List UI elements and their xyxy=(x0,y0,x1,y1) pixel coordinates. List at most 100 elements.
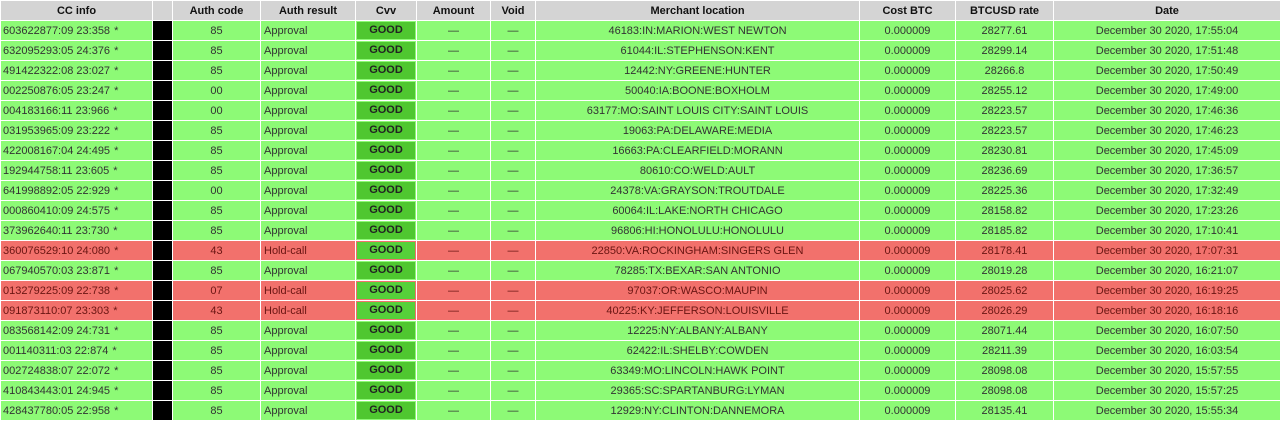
date: December 30 2020, 17:45:09 xyxy=(1053,140,1280,161)
cost-btc: 0.000009 xyxy=(859,260,956,281)
table-row[interactable]: 603622877:09 23:358 * 85 Approval GOOD — —4618… xyxy=(0,20,1280,41)
merchant-location: 61044:IL:STEPHENSON:KENT xyxy=(535,40,860,61)
amount: — xyxy=(416,400,491,421)
star-icon: * xyxy=(114,324,119,337)
table-row[interactable]: 373962640:11 23:730 * 85 Approval GOOD — —9680… xyxy=(0,220,1280,241)
auth-result: Approval xyxy=(260,100,356,121)
table-row[interactable]: 410843443:01 24:945 * 85 Approval GOOD — —2936… xyxy=(0,380,1280,401)
void: — xyxy=(490,40,536,61)
cvv-badge: GOOD xyxy=(357,362,415,379)
cvv-badge: GOOD xyxy=(357,22,415,39)
star-icon: * xyxy=(114,404,119,417)
table-row[interactable]: 422008167:04 24:495 * 85 Approval GOOD — —1666… xyxy=(0,140,1280,161)
star-icon: * xyxy=(114,124,119,137)
auth-result: Approval xyxy=(260,80,356,101)
table-row[interactable]: 083568142:09 24:731 * 85 Approval GOOD — —1222… xyxy=(0,320,1280,341)
date: December 30 2020, 16:19:25 xyxy=(1053,280,1280,301)
auth-code: 85 xyxy=(172,140,261,161)
header-cvv[interactable]: Cvv xyxy=(355,0,417,21)
amount: — xyxy=(416,80,491,101)
table-row[interactable]: 001140311:03 22:874 * 85 Approval GOOD — —6242… xyxy=(0,340,1280,361)
date: December 30 2020, 17:49:00 xyxy=(1053,80,1280,101)
date: December 30 2020, 17:46:36 xyxy=(1053,100,1280,121)
cvv-cell: GOOD xyxy=(355,400,417,421)
table-row[interactable]: 067940570:03 23:871 * 85 Approval GOOD — —7828… xyxy=(0,260,1280,281)
cvv-badge: GOOD xyxy=(357,162,415,179)
auth-code: 85 xyxy=(172,200,261,221)
table-row[interactable]: 192944758:11 23:605 * 85 Approval GOOD — —8061… xyxy=(0,160,1280,181)
merchant-location: 62422:IL:SHELBY:COWDEN xyxy=(535,340,860,361)
table-row[interactable]: 002724838:07 22:072 * 85 Approval GOOD — —6334… xyxy=(0,360,1280,381)
void: — xyxy=(490,140,536,161)
cvv-cell: GOOD xyxy=(355,160,417,181)
merchant-location: 12442:NY:GREENE:HUNTER xyxy=(535,60,860,81)
masked-block xyxy=(152,300,173,321)
header-auth-code[interactable]: Auth code xyxy=(172,0,261,21)
cc-info-cell: 410843443:01 24:945 * xyxy=(0,380,153,401)
star-icon: * xyxy=(112,344,117,357)
btcusd-rate: 28098.08 xyxy=(955,380,1054,401)
cvv-cell: GOOD xyxy=(355,120,417,141)
merchant-location: 12225:NY:ALBANY:ALBANY xyxy=(535,320,860,341)
star-icon: * xyxy=(114,284,119,297)
date: December 30 2020, 16:21:07 xyxy=(1053,260,1280,281)
btcusd-rate: 28178.41 xyxy=(955,240,1054,261)
table-row[interactable]: 013279225:09 22:738 * 07 Hold-call GOOD — —970… xyxy=(0,280,1280,301)
cvv-cell: GOOD xyxy=(355,340,417,361)
header-merchant-location[interactable]: Merchant location xyxy=(535,0,860,21)
header-cost-btc[interactable]: Cost BTC xyxy=(859,0,956,21)
table-row[interactable]: 031953965:09 23:222 * 85 Approval GOOD — —1906… xyxy=(0,120,1280,141)
header-void[interactable]: Void xyxy=(490,0,536,21)
table-row[interactable]: 004183166:11 23:966 * 00 Approval GOOD — —6317… xyxy=(0,100,1280,121)
table-row[interactable]: 641998892:05 22:929 * 00 Approval GOOD — —2437… xyxy=(0,180,1280,201)
cvv-badge: GOOD xyxy=(357,342,415,359)
table-row[interactable]: 002250876:05 23:247 * 00 Approval GOOD — —5004… xyxy=(0,80,1280,101)
cc-info-cell: 013279225:09 22:738 * xyxy=(0,280,153,301)
merchant-location: 29365:SC:SPARTANBURG:LYMAN xyxy=(535,380,860,401)
cost-btc: 0.000009 xyxy=(859,160,956,181)
merchant-location: 22850:VA:ROCKINGHAM:SINGERS GLEN xyxy=(535,240,860,261)
void: — xyxy=(490,360,536,381)
cc-info-cell: 192944758:11 23:605 * xyxy=(0,160,153,181)
header-auth-result[interactable]: Auth result xyxy=(260,0,356,21)
table-row[interactable]: 000860410:09 24:575 * 85 Approval GOOD — —6006… xyxy=(0,200,1280,221)
auth-result: Approval xyxy=(260,380,356,401)
amount: — xyxy=(416,240,491,261)
auth-result: Approval xyxy=(260,140,356,161)
table-row[interactable]: 491422322:08 23:027 * 85 Approval GOOD — —1244… xyxy=(0,60,1280,81)
star-icon: * xyxy=(114,84,119,97)
date: December 30 2020, 15:57:55 xyxy=(1053,360,1280,381)
cvv-badge: GOOD xyxy=(357,222,415,239)
void: — xyxy=(490,340,536,361)
masked-block xyxy=(152,20,173,41)
table-row[interactable]: 091873110:07 23:303 * 43 Hold-call GOOD — —402… xyxy=(0,300,1280,321)
merchant-location: 16663:PA:CLEARFIELD:MORANN xyxy=(535,140,860,161)
header-date[interactable]: Date xyxy=(1053,0,1280,21)
table-row[interactable]: 428437780:05 22:958 * 85 Approval GOOD — —1292… xyxy=(0,400,1280,421)
cvv-badge: GOOD xyxy=(357,262,415,279)
btcusd-rate: 28255.12 xyxy=(955,80,1054,101)
btcusd-rate: 28266.8 xyxy=(955,60,1054,81)
table-row[interactable]: 632095293:05 24:376 * 85 Approval GOOD — —6104… xyxy=(0,40,1280,61)
cost-btc: 0.000009 xyxy=(859,140,956,161)
auth-code: 85 xyxy=(172,20,261,41)
merchant-location: 50040:IA:BOONE:BOXHOLM xyxy=(535,80,860,101)
void: — xyxy=(490,400,536,421)
btcusd-rate: 28223.57 xyxy=(955,120,1054,141)
header-amount[interactable]: Amount xyxy=(416,0,491,21)
cvv-badge: GOOD xyxy=(357,62,415,79)
cc-info-cell: 004183166:11 23:966 * xyxy=(0,100,153,121)
masked-block xyxy=(152,180,173,201)
cost-btc: 0.000009 xyxy=(859,180,956,201)
header-btcusd-rate[interactable]: BTCUSD rate xyxy=(955,0,1054,21)
void: — xyxy=(490,380,536,401)
void: — xyxy=(490,200,536,221)
cc-info: 491422322:08 23:027 xyxy=(3,64,111,77)
auth-result: Approval xyxy=(260,180,356,201)
masked-block xyxy=(152,240,173,261)
cc-info: 428437780:05 22:958 xyxy=(3,404,111,417)
header-cc-info[interactable]: CC info xyxy=(0,0,153,21)
table-row[interactable]: 360076529:10 24:080 * 43 Hold-call GOOD — —228… xyxy=(0,240,1280,261)
void: — xyxy=(490,180,536,201)
cost-btc: 0.000009 xyxy=(859,200,956,221)
